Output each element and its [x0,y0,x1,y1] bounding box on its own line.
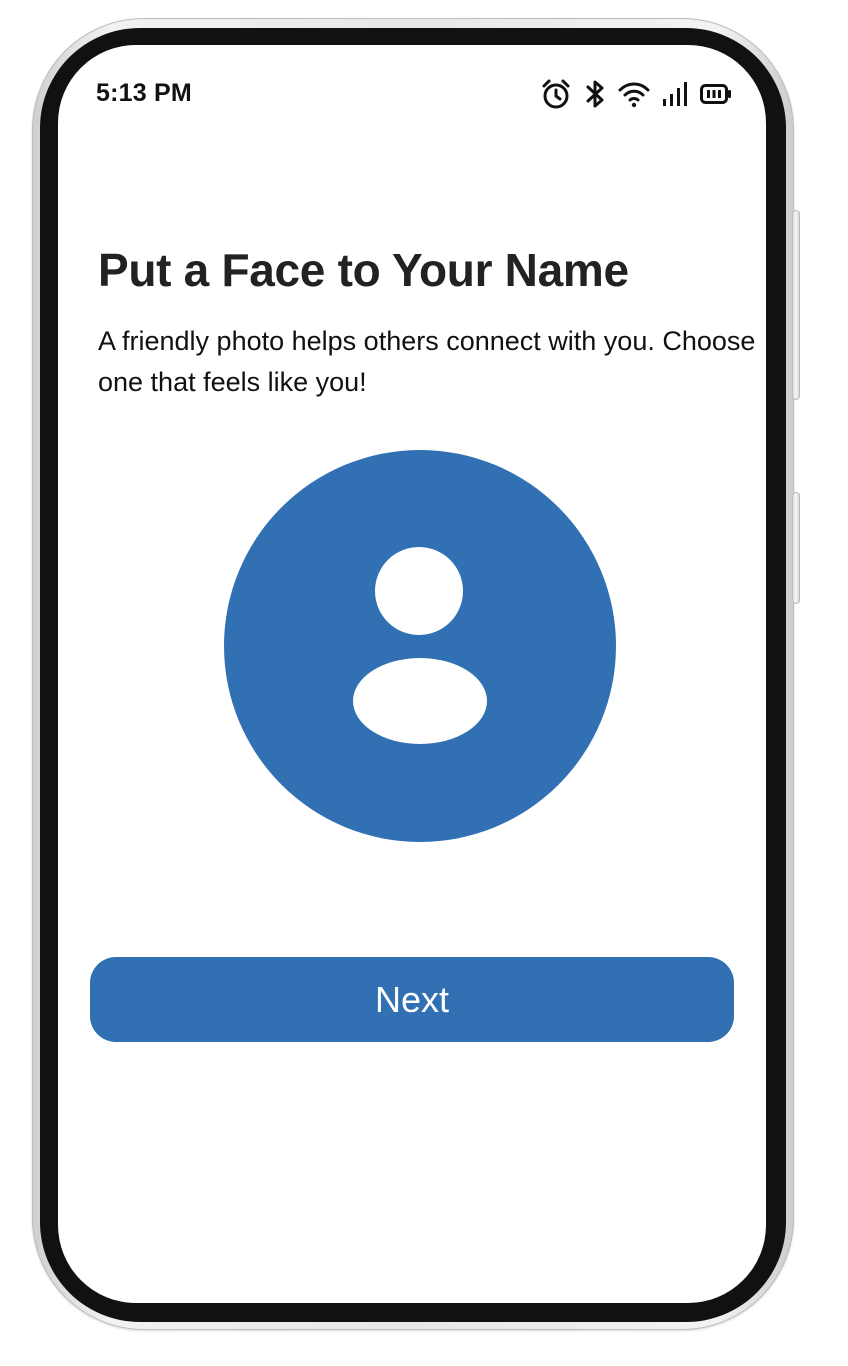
user-avatar-placeholder-icon [375,547,463,635]
signal-icon [662,81,688,107]
alarm-icon [540,78,572,110]
page-subtitle: A friendly photo helps others connect wi… [98,326,756,397]
wifi-icon [618,80,650,108]
user-avatar-body-shape [353,658,487,744]
page-title: Put a Face to Your Name [98,244,629,296]
status-bar: 5:13 PM [58,45,766,145]
next-button[interactable]: Next [90,957,734,1042]
phone-power-button [792,492,800,604]
status-time: 5:13 PM [96,79,192,107]
phone-volume-button [792,210,800,400]
profile-photo-picker[interactable] [224,450,616,842]
status-icons [540,77,732,111]
app-screen: 5:13 PM Put a Face to Your Name A friend… [58,45,766,1303]
battery-icon [700,83,732,105]
bluetooth-icon [584,78,606,110]
